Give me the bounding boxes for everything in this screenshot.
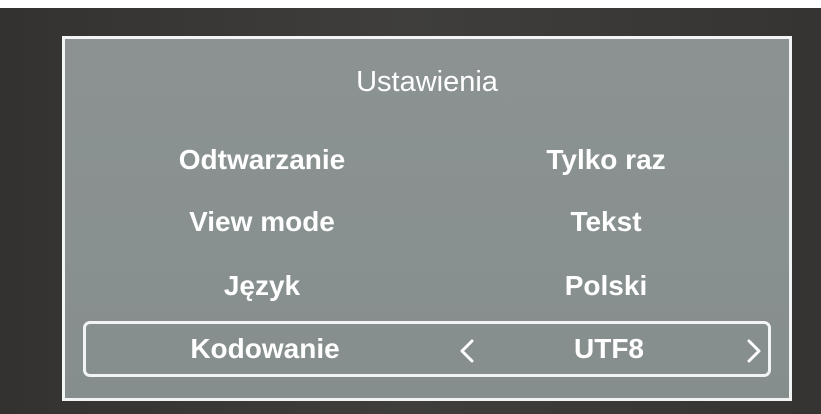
settings-menu: Ustawienia Odtwarzanie Tylko raz View mo… <box>62 36 792 401</box>
chevron-right-icon[interactable] <box>747 339 761 363</box>
menu-row-value: Tekst <box>570 206 642 237</box>
menu-title: Ustawienia <box>356 66 498 98</box>
menu-row-value: Tylko raz <box>546 144 666 175</box>
menu-row-label: View mode <box>189 206 335 237</box>
menu-row-odtwarzanie[interactable]: Odtwarzanie Tylko raz <box>83 132 771 188</box>
menu-row-label: Język <box>223 270 301 301</box>
menu-row-jezyk[interactable]: Język Polski <box>83 258 771 314</box>
menu-row-kodowanie[interactable]: Kodowanie UTF8 <box>83 321 771 377</box>
menu-row-label: Odtwarzanie <box>178 144 346 175</box>
tv-screen: Ustawienia Odtwarzanie Tylko raz View mo… <box>0 8 821 414</box>
menu-row-value: Polski <box>564 270 648 301</box>
menu-row-value: UTF8 <box>574 333 644 364</box>
menu-row-label: Kodowanie <box>190 333 340 364</box>
screen-bezel <box>0 0 821 8</box>
menu-row-view-mode[interactable]: View mode Tekst <box>83 194 771 250</box>
